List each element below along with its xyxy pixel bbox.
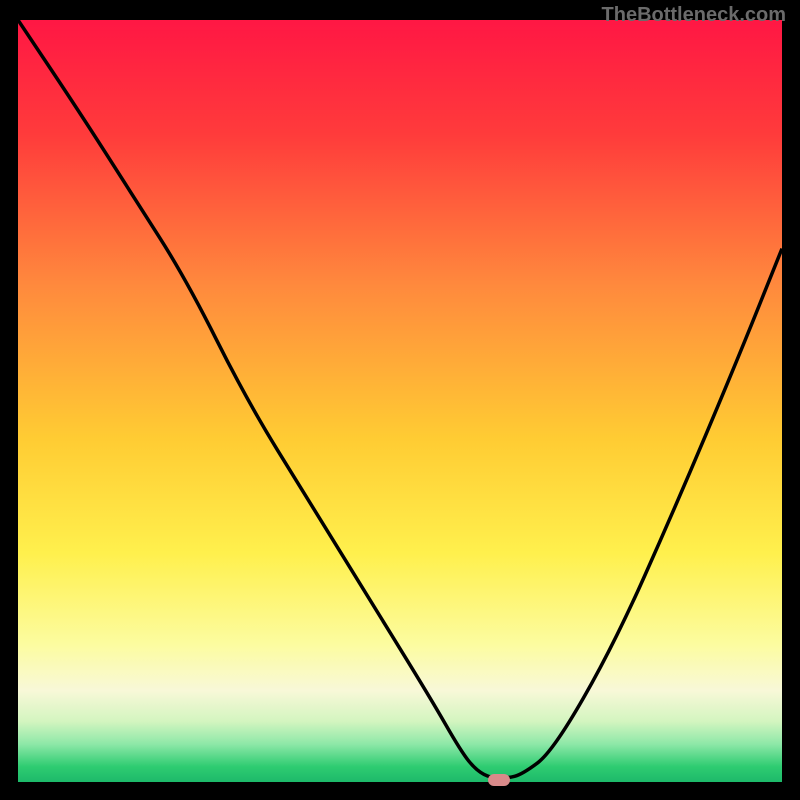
chart-svg — [18, 20, 782, 782]
optimal-marker — [488, 774, 510, 786]
bottleneck-chart — [18, 20, 782, 782]
gradient-background — [18, 20, 782, 782]
watermark-text: TheBottleneck.com — [602, 4, 786, 27]
